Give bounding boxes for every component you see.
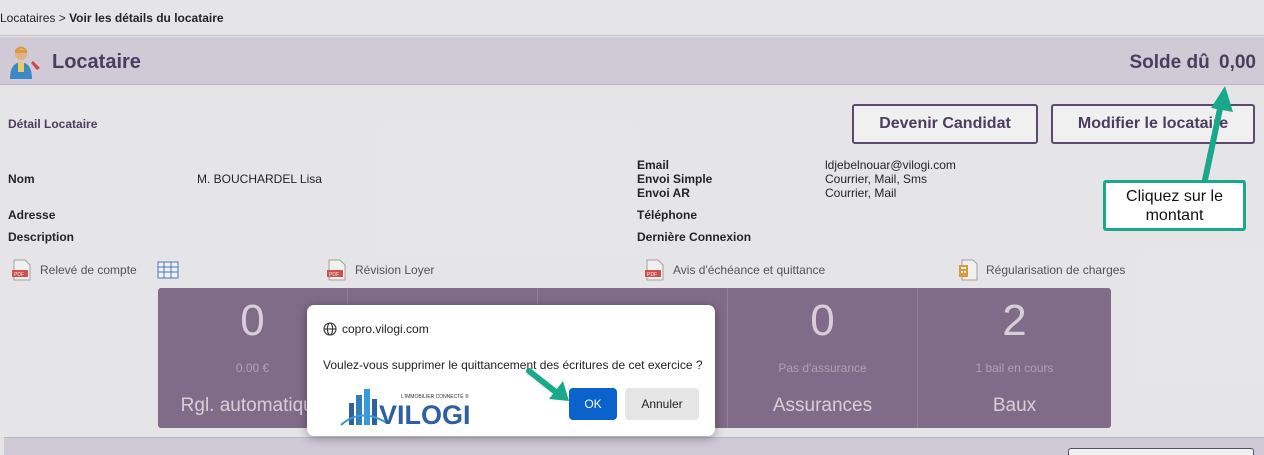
dialog-origin: copro.vilogi.com — [323, 322, 429, 336]
annotation-callout: Cliquez sur le montant — [1103, 180, 1246, 231]
annotation-arrow-balance — [1202, 86, 1233, 183]
logo-text: VILOGI — [379, 400, 471, 429]
vilogi-logo: L'IMMOBILIER CONNECTÉ ® VILOGI — [340, 389, 471, 429]
annotation-arrow-ok — [526, 368, 569, 401]
cancel-button[interactable]: Annuler — [625, 388, 699, 420]
ok-button[interactable]: OK — [569, 388, 617, 420]
dialog-origin-text: copro.vilogi.com — [342, 322, 429, 336]
globe-icon — [323, 322, 337, 336]
confirm-dialog: copro.vilogi.com Voulez-vous supprimer l… — [307, 305, 715, 436]
dialog-message: Voulez-vous supprimer le quittancement d… — [323, 358, 703, 372]
logo-tagline: L'IMMOBILIER CONNECTÉ ® — [401, 393, 469, 400]
